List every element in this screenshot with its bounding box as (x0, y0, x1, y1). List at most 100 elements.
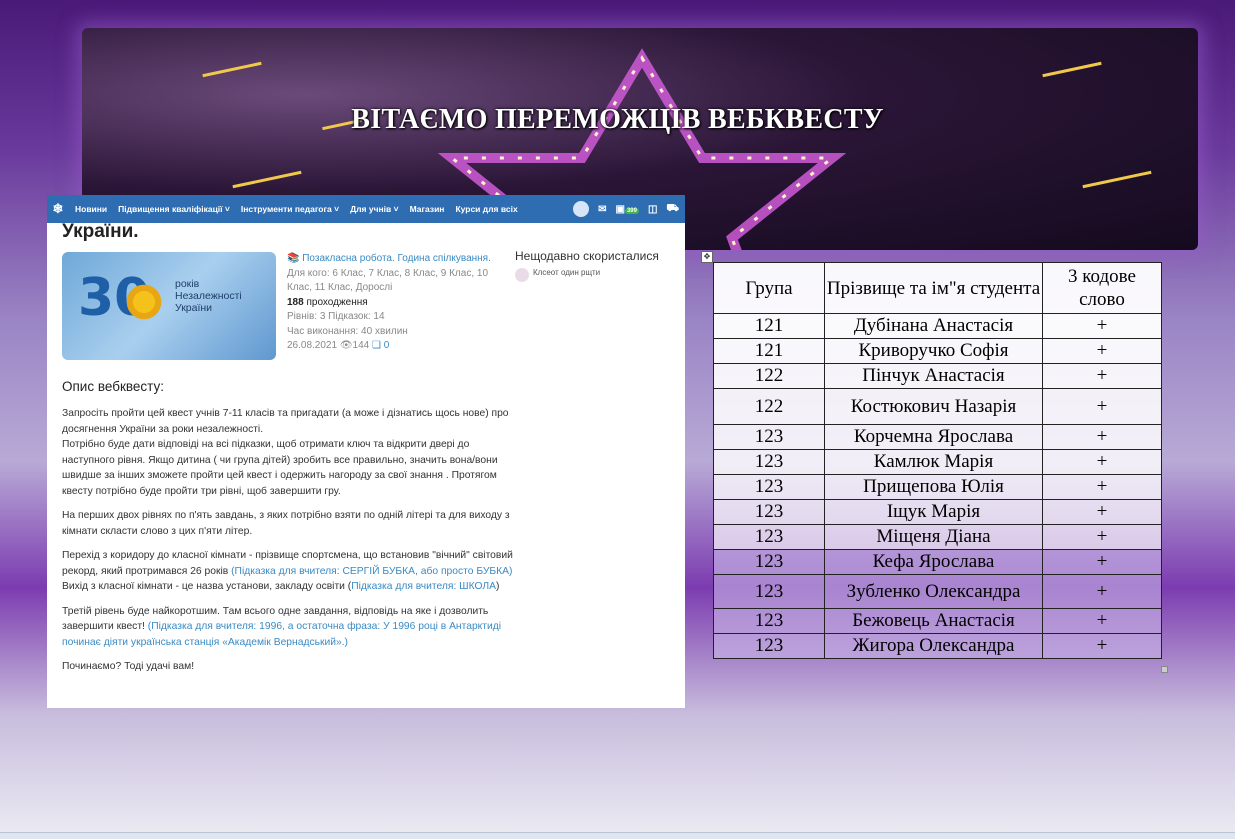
winners-table: Група Прізвище та ім"я студента 3 кодове… (713, 262, 1162, 659)
cell-student: Зубленко Олександра (824, 574, 1043, 609)
eye-icon: 👁 (339, 340, 353, 351)
table-row: 122 Пінчук Анастасія + (713, 363, 1162, 389)
cell-codeword: + (1042, 608, 1162, 634)
nav-teacher-tools[interactable]: Інструменти педагога ˅ (241, 204, 339, 214)
recently-used-title: Нещодавно скористалися (515, 249, 659, 263)
cell-codeword: + (1042, 338, 1162, 364)
cell-group: 121 (713, 313, 825, 339)
header-student: Прізвище та ім"я студента (824, 262, 1043, 314)
teacher-hint: Підказка для вчителя: ШКОЛА (351, 581, 497, 592)
cell-student: Дубінана Анастасія (824, 313, 1043, 339)
cell-student: Іщук Марія (824, 499, 1043, 525)
cell-student: Пінчук Анастасія (824, 363, 1043, 389)
cell-group: 123 (713, 424, 825, 450)
cell-student: Бежовець Анастасія (824, 608, 1043, 634)
nav-qualification[interactable]: Підвищення кваліфікації ˅ (118, 204, 230, 214)
cell-group: 122 (713, 388, 825, 425)
quest-meta: 📚 Позакласна робота. Година спілкування.… (287, 252, 507, 354)
comment-icon[interactable]: ❏ (372, 340, 381, 351)
table-row: 123 Жигора Олександра + (713, 633, 1162, 659)
table-row: 121 Криворучко Софія + (713, 338, 1162, 364)
avatar (515, 268, 529, 282)
cell-codeword: + (1042, 499, 1162, 525)
cell-group: 123 (713, 574, 825, 609)
teacher-hint: (Підказка для вчителя: СЕРГІЙ БУБКА, або… (231, 565, 513, 577)
date: 26.08.2021 (287, 340, 338, 351)
nav-shop[interactable]: Магазин (410, 204, 445, 214)
category-link[interactable]: Позакласна робота. Година спілкування. (302, 253, 491, 264)
snowflake-logo-icon[interactable]: ❄ (49, 201, 67, 217)
status-bar (0, 832, 1235, 839)
cell-student: Криворучко Софія (824, 338, 1043, 364)
cell-codeword: + (1042, 474, 1162, 500)
cell-group: 123 (713, 633, 825, 659)
recent-user-name: Клсеот один рщти (533, 268, 601, 277)
cell-student: Міщеня Діана (824, 524, 1043, 550)
avatar[interactable] (573, 201, 590, 217)
table-row: 123 Іщук Марія + (713, 499, 1162, 525)
cell-codeword: + (1042, 549, 1162, 575)
cell-codeword: + (1042, 449, 1162, 475)
cell-student: Прищепова Юлія (824, 474, 1043, 500)
bag-icon[interactable]: ◫ (648, 204, 657, 215)
cell-group: 123 (713, 524, 825, 550)
nav-for-students[interactable]: Для учнів ˅ (350, 204, 399, 214)
cell-group: 123 (713, 474, 825, 500)
cell-student: Кефа Ярослава (824, 549, 1043, 575)
cell-student: Жигора Олександра (824, 633, 1043, 659)
header-group: Група (713, 262, 825, 314)
site-navbar: ❄ Новини Підвищення кваліфікації ˅ Інстр… (47, 195, 685, 223)
nav-news[interactable]: Новини (75, 204, 107, 214)
table-row: 122 Костюкович Назарія + (713, 388, 1162, 425)
page-title: України. (62, 221, 139, 242)
table-row: 123 Кефа Ярослава + (713, 549, 1162, 575)
cell-group: 123 (713, 608, 825, 634)
quest-thumbnail[interactable]: 30 років Незалежності України (62, 252, 276, 360)
banner-title: ВІТАЄМО ПЕРЕМОЖЦІВ ВЕБКВЕСТУ (351, 104, 884, 135)
webquest-screenshot: ❄ Новини Підвищення кваліфікації ˅ Інстр… (47, 195, 685, 708)
category-icon: 📚 (287, 253, 300, 264)
description-body: Запросіть пройти цей квест учнів 7-11 кл… (62, 408, 513, 672)
cell-group: 123 (713, 499, 825, 525)
header-codeword: 3 кодове слово (1042, 262, 1162, 314)
notification-badge: 399 (624, 207, 639, 214)
table-row: 123 Камлюк Марія + (713, 449, 1162, 475)
passes-label: проходження (306, 296, 368, 308)
cell-student: Камлюк Марія (824, 449, 1043, 475)
for-whom-label: Для кого: (287, 267, 330, 279)
sunflower-icon (122, 280, 166, 324)
cell-group: 121 (713, 338, 825, 364)
mail-icon[interactable]: ✉ (598, 204, 606, 215)
table-row: 121 Дубінана Анастасія + (713, 313, 1162, 339)
table-row: 123 Зубленко Олександра + (713, 574, 1162, 609)
comments-count[interactable]: 0 (384, 340, 390, 351)
cell-codeword: + (1042, 524, 1162, 550)
cell-student: Костюкович Назарія (824, 388, 1043, 425)
cell-codeword: + (1042, 424, 1162, 450)
cell-codeword: + (1042, 363, 1162, 389)
cell-group: 123 (713, 549, 825, 575)
duration-info: Час виконання: 40 хвилин (287, 325, 408, 337)
passes-count: 188 (287, 296, 304, 308)
table-row: 123 Корчемна Ярослава + (713, 424, 1162, 450)
table-move-handle-icon[interactable]: ✥ (701, 251, 713, 263)
nav-courses[interactable]: Курси для всіх (455, 204, 517, 214)
cell-codeword: + (1042, 633, 1162, 659)
cell-group: 123 (713, 449, 825, 475)
cell-codeword: + (1042, 574, 1162, 609)
table-row: 123 Бежовець Анастасія + (713, 608, 1162, 634)
table-row: 123 Прищепова Юлія + (713, 474, 1162, 500)
table-resize-handle[interactable] (1161, 666, 1168, 673)
cell-group: 122 (713, 363, 825, 389)
cell-student: Корчемна Ярослава (824, 424, 1043, 450)
levels-info: Рівнів: 3 Підказок: 14 (287, 311, 385, 322)
cell-codeword: + (1042, 313, 1162, 339)
cell-codeword: + (1042, 388, 1162, 425)
cart-icon[interactable]: ⛟ (666, 203, 679, 216)
recent-user[interactable]: Клсеот один рщти (515, 268, 613, 282)
views-count: 144 (352, 340, 370, 351)
description-title: Опис вебквесту: (62, 379, 164, 394)
thumbnail-caption: років Незалежності України (175, 278, 242, 314)
table-row: 123 Міщеня Діана + (713, 524, 1162, 550)
chat-icon[interactable]: ▣ 399 (615, 204, 639, 215)
